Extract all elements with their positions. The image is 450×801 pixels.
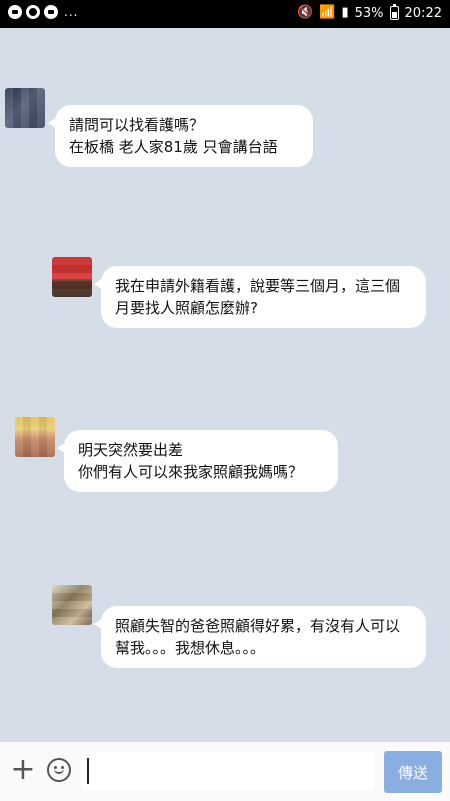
avatar[interactable] xyxy=(5,88,45,128)
add-icon[interactable]: + xyxy=(10,755,36,785)
text-cursor xyxy=(87,758,89,784)
message-bubble[interactable]: 請問可以找看護嗎？ 在板橋 老人家81歲 只會講台語 xyxy=(48,105,313,167)
more-notifications: ... xyxy=(64,5,79,19)
message-input[interactable] xyxy=(82,752,374,790)
clock: 20:22 xyxy=(404,5,442,21)
battery-percent: 53% xyxy=(354,5,384,21)
battery-icon xyxy=(389,4,399,20)
status-bar: ... 🔇 📶 ▮ 53% 20:22 xyxy=(0,0,450,28)
signal-icon: ▮ xyxy=(341,5,349,20)
avatar[interactable] xyxy=(15,417,55,457)
chat-area[interactable]: 請問可以找看護嗎？ 在板橋 老人家81歲 只會講台語 我在申請外籍看護，說要等三… xyxy=(0,28,450,741)
chat-icon xyxy=(44,5,58,19)
smiley-icon xyxy=(26,5,40,19)
emoji-icon[interactable] xyxy=(47,758,71,782)
send-button[interactable]: 傳送 xyxy=(384,751,442,793)
mute-icon: 🔇 xyxy=(297,5,314,20)
message-bubble[interactable]: 照顧失智的爸爸照顧得好累，有沒有人可以幫我。。。我想休息。。。 xyxy=(94,606,426,668)
avatar[interactable] xyxy=(52,257,92,297)
message-bubble[interactable]: 明天突然要出差 你們有人可以來我家照顧我媽嗎？ xyxy=(57,430,338,492)
system-icons: 🔇 📶 ▮ 53% 20:22 xyxy=(297,4,442,21)
messenger-icon xyxy=(8,5,22,19)
notification-icons: ... xyxy=(8,5,78,19)
message-input-bar: + 傳送 xyxy=(0,741,450,801)
message-bubble[interactable]: 我在申請外籍看護，說要等三個月，這三個月要找人照顧怎麼辦? xyxy=(94,266,426,328)
wifi-icon: 📶 xyxy=(319,5,336,20)
avatar[interactable] xyxy=(52,585,92,625)
